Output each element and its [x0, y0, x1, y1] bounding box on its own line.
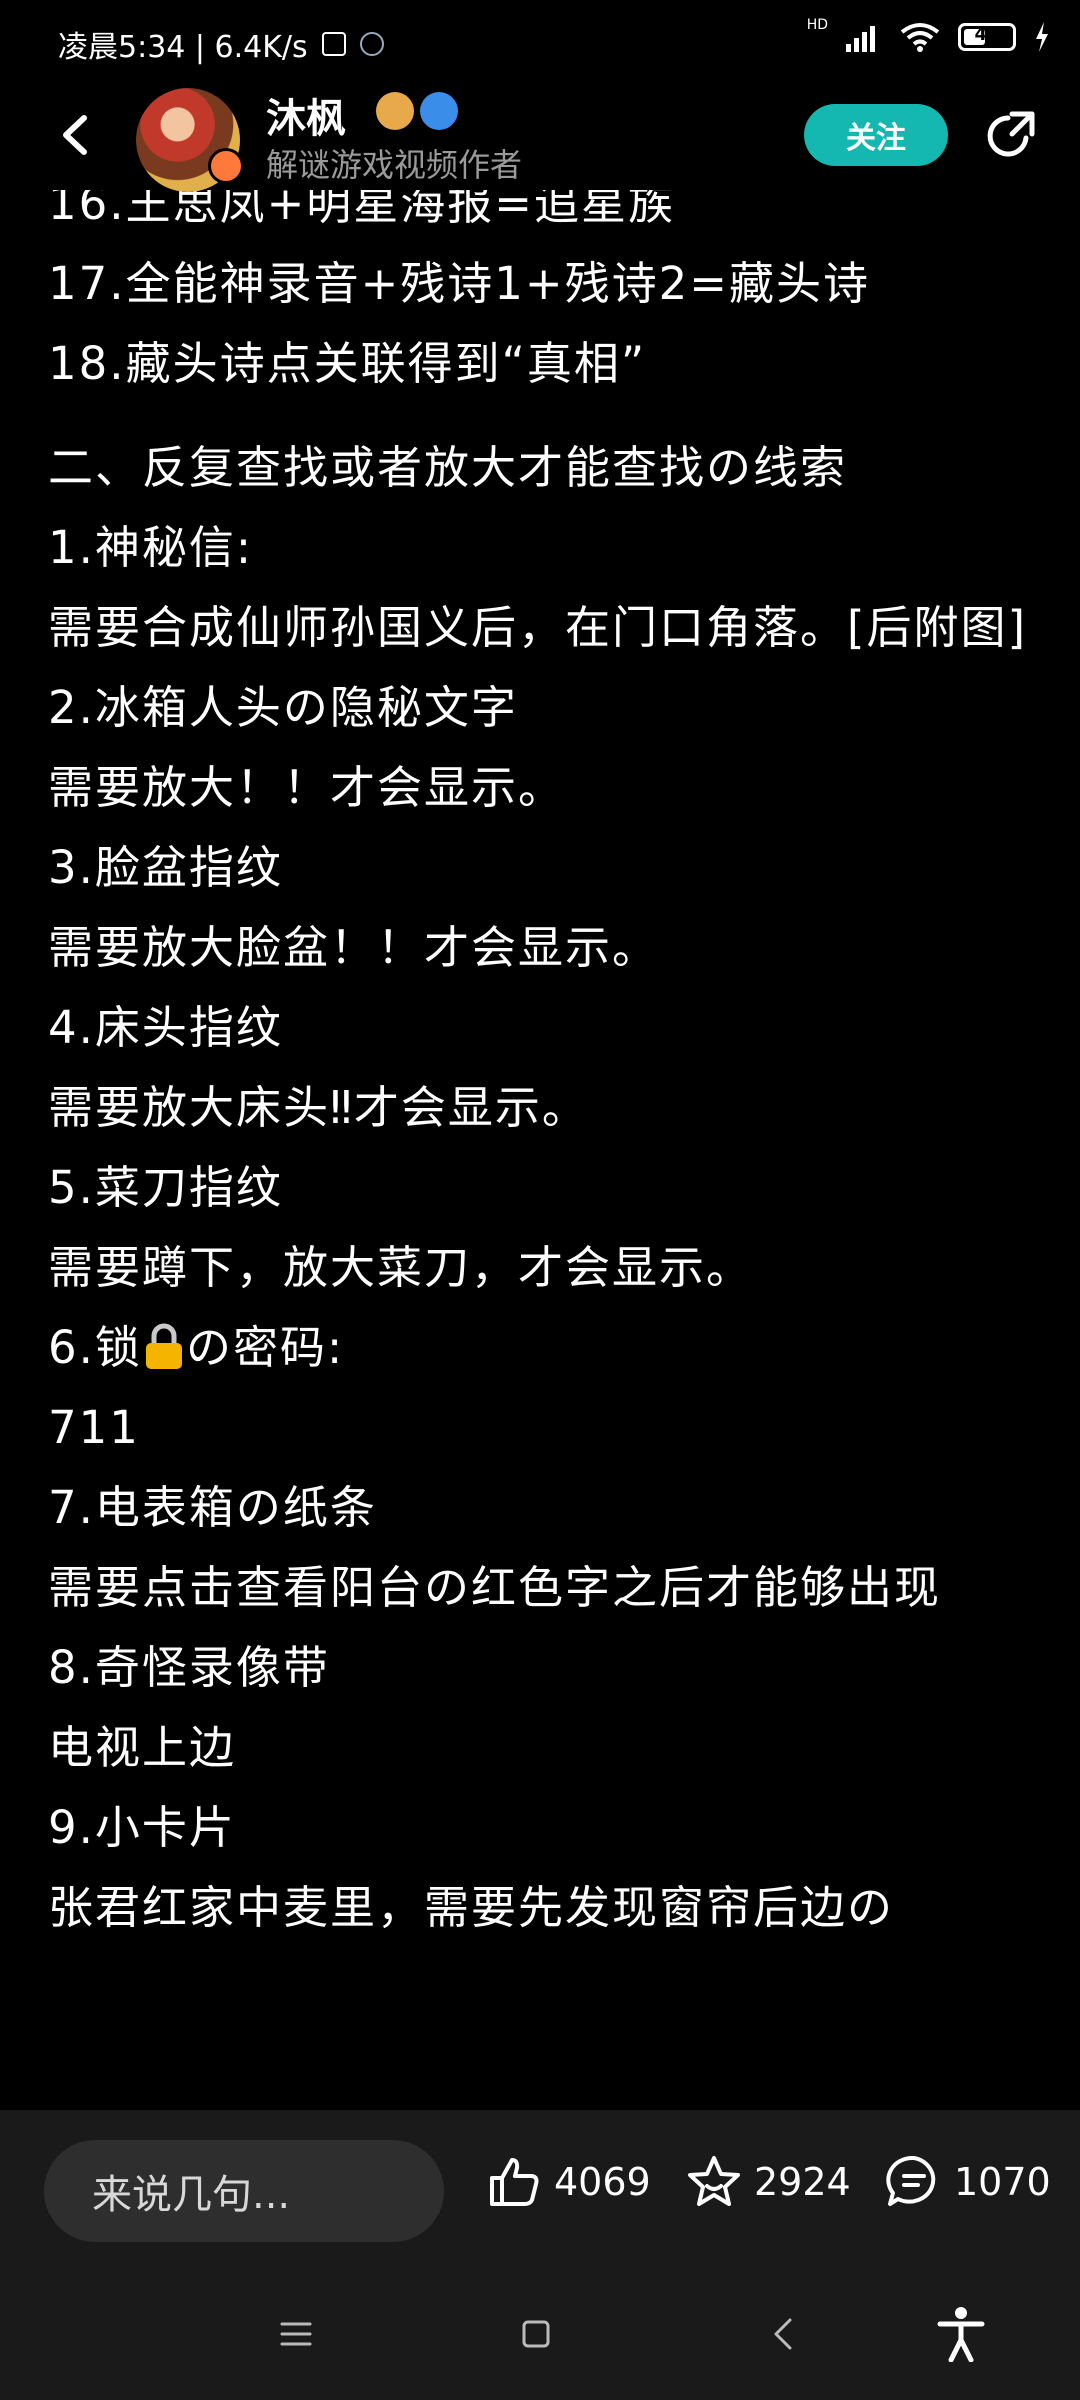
lock-label-suffix: の密码:	[185, 1321, 345, 1374]
content-line: 电视上边	[48, 1721, 237, 1774]
level-badge-icon	[376, 92, 414, 130]
content-line: 9.小卡片	[48, 1801, 236, 1854]
post-content: 16.王思凤+明星海报=追星族 17.全能神录音+残诗1+残诗2=藏头诗 18.…	[0, 190, 1080, 2110]
like-count: 4069	[554, 2160, 651, 2204]
nav-back-icon[interactable]	[764, 2314, 804, 2354]
comment-button[interactable]: 1070	[884, 2152, 1051, 2212]
wifi-icon	[900, 23, 940, 52]
network-type: HD	[806, 17, 828, 33]
lock-icon	[145, 1323, 182, 1369]
content-line: 16.王思凤+明星海报=追星族	[48, 190, 675, 230]
content-line: 需要蹲下，放大菜刀，才会显示。	[48, 1241, 754, 1294]
content-line: 需要放大！！才会显示。	[48, 761, 566, 814]
comment-icon	[886, 2155, 936, 2206]
author-name[interactable]: 沐枫	[266, 86, 346, 144]
content-line: 需要放大脸盆！！才会显示。	[48, 921, 660, 974]
notification-icon	[321, 32, 346, 56]
post-header: 沐枫 解谜游戏视频作者 关注	[0, 80, 1080, 192]
favorite-count: 2924	[754, 2160, 851, 2204]
back-icon[interactable]	[52, 110, 102, 160]
content-line: 18.藏头诗点关联得到“真相”	[48, 337, 647, 390]
content-line: 8.奇怪录像带	[48, 1641, 330, 1694]
content-line: 7.电表箱の纸条	[48, 1481, 377, 1534]
section-heading: 二、反复查找或者放大才能查找の线索	[48, 441, 848, 494]
bottom-action-bar: 来说几句... 4069 2924 1070	[0, 2110, 1080, 2270]
content-line: 711	[48, 1401, 140, 1454]
content-line: 张君红家中麦里，需要先发现窗帘后边の	[48, 1881, 895, 1934]
content-line: 1.神秘信:	[48, 521, 254, 574]
content-line: 3.脸盆指纹	[48, 841, 283, 894]
like-button[interactable]: 4069	[484, 2152, 651, 2212]
battery-level: 40	[974, 24, 1000, 45]
content-line: 4.床头指纹	[48, 1001, 283, 1054]
system-nav-bar	[0, 2270, 1080, 2400]
menu-icon[interactable]	[276, 2314, 316, 2354]
avatar-badge-icon	[208, 148, 244, 184]
comment-count: 1070	[954, 2160, 1051, 2204]
content-line: 6.锁 の密码:	[48, 1308, 1048, 1388]
battery-icon: 40	[958, 23, 1016, 51]
follow-button[interactable]: 关注	[804, 104, 948, 166]
accessibility-icon[interactable]	[936, 2306, 986, 2362]
comment-input[interactable]: 来说几句...	[44, 2140, 444, 2242]
content-line: 2.冰箱人头の隐秘文字	[48, 681, 518, 734]
charging-icon	[1036, 22, 1048, 52]
verified-badge-icon	[420, 92, 458, 130]
like-icon	[490, 2158, 539, 2206]
signal-icon	[846, 26, 875, 52]
content-line: 需要合成仙师孙国义后，在门口角落。[后附图]	[48, 601, 1028, 654]
star-icon	[688, 2156, 740, 2206]
favorite-button[interactable]: 2924	[684, 2152, 851, 2212]
content-line: 17.全能神录音+残诗1+残诗2=藏头诗	[48, 257, 870, 310]
content-line: 需要放大床头‼才会显示。	[48, 1081, 589, 1134]
home-icon[interactable]	[516, 2314, 556, 2354]
status-time: 凌晨5:34 | 6.4K/s	[58, 30, 308, 65]
lock-label: 6.锁	[48, 1321, 142, 1374]
content-line: 需要点击查看阳台の红色字之后才能够出现	[48, 1561, 942, 1614]
app-notification-icon	[359, 32, 384, 56]
share-icon[interactable]	[982, 108, 1038, 164]
content-line: 5.菜刀指纹	[48, 1161, 283, 1214]
author-subtitle: 解谜游戏视频作者	[266, 146, 523, 184]
status-bar: 凌晨5:34 | 6.4K/s HD 40	[0, 0, 1080, 80]
